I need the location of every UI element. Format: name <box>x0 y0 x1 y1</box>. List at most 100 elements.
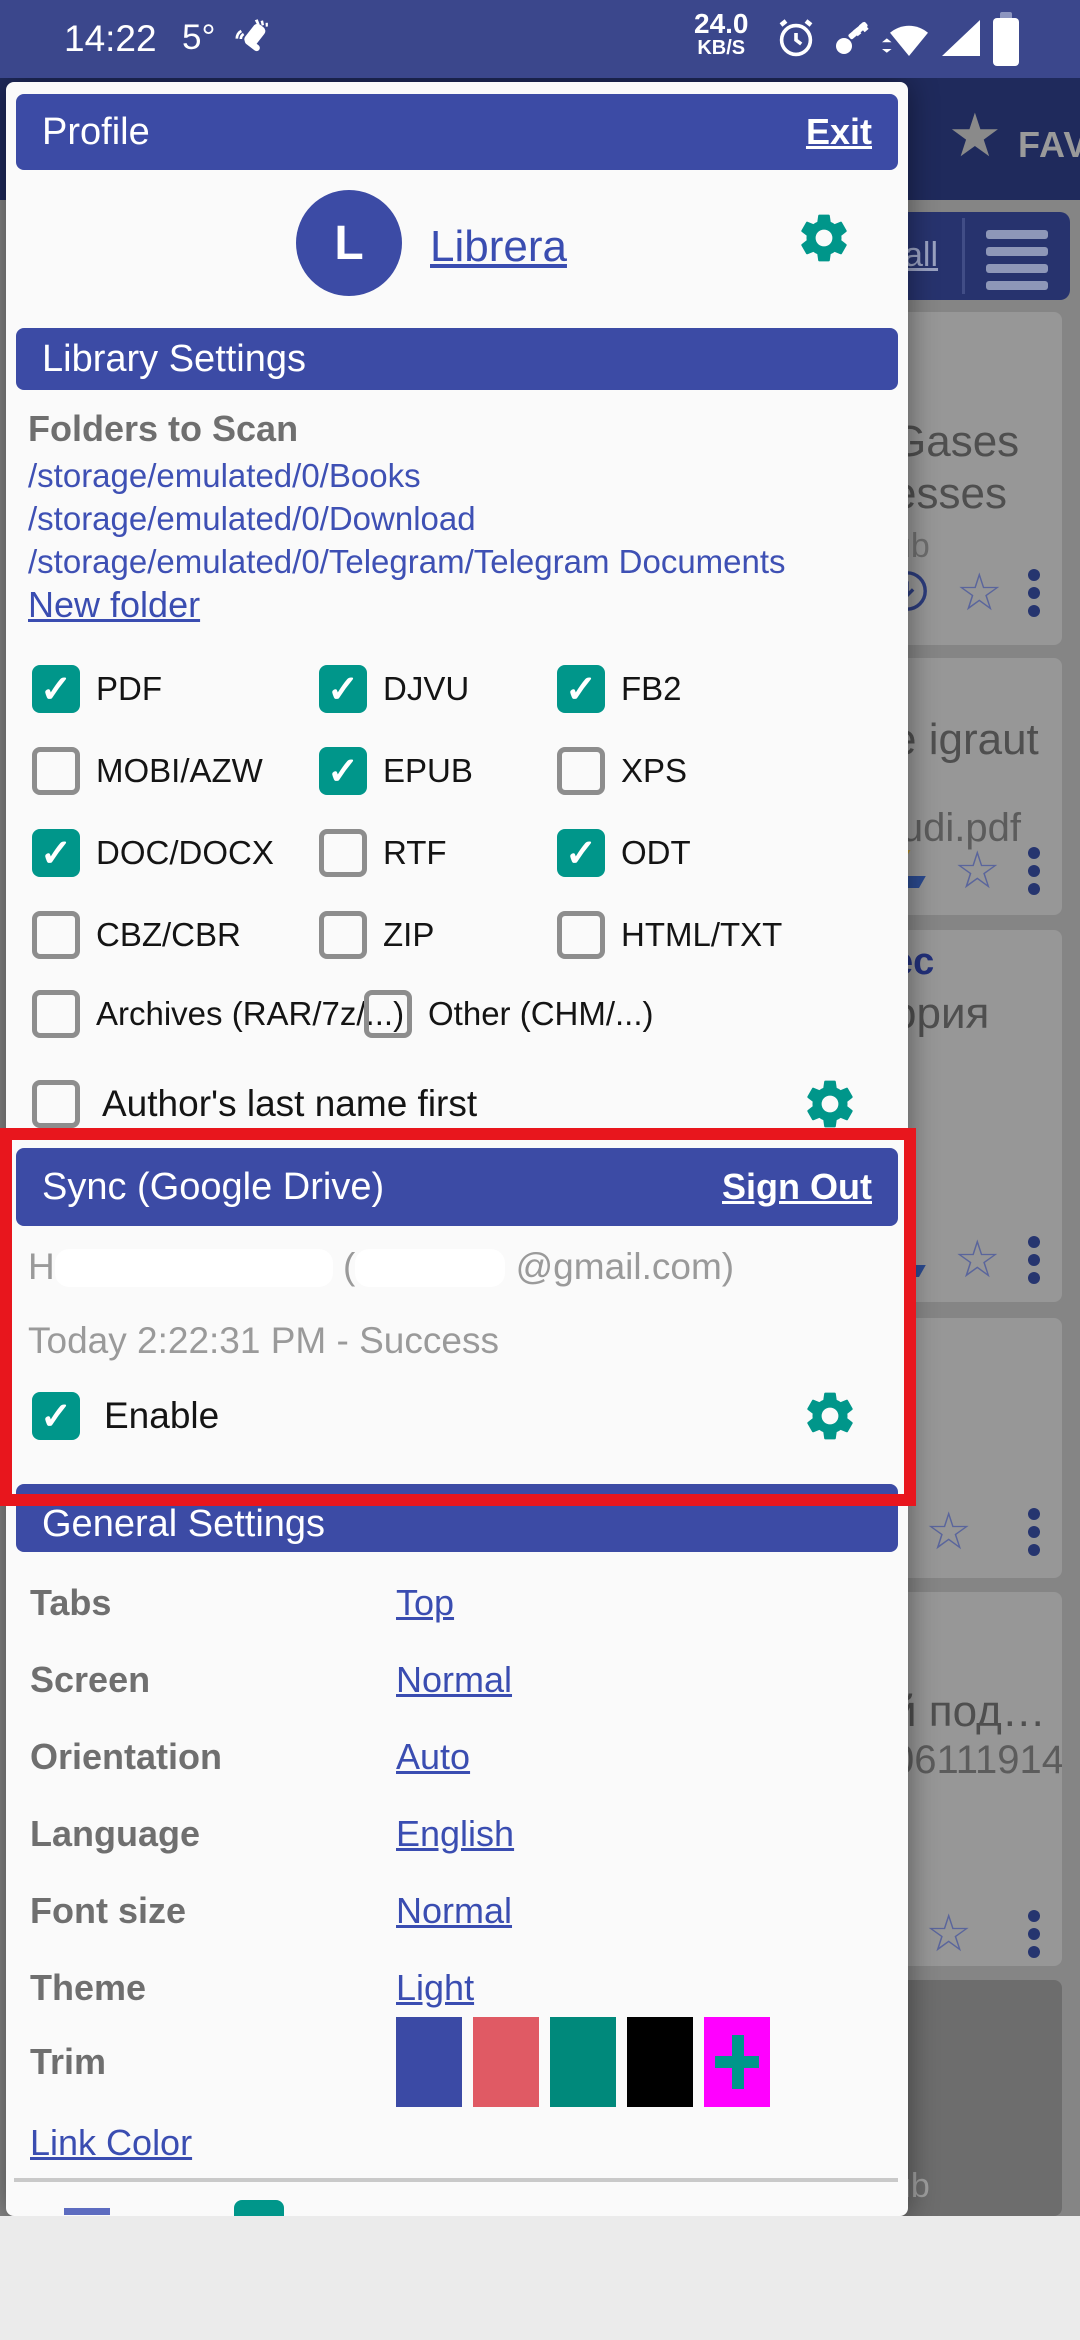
wifi-icon <box>880 14 934 67</box>
format-checkbox-item: ✓FB2 <box>531 648 886 730</box>
general-settings-title: General Settings <box>42 1503 325 1552</box>
battery-icon <box>990 10 1022 73</box>
book-card-text: й под… <box>892 1688 1062 1736</box>
format-label: DOC/DOCX <box>96 834 274 872</box>
format-label: PDF <box>96 670 162 708</box>
settings-row-value[interactable]: Light <box>396 1967 474 2009</box>
favorite-star-icon[interactable]: ☆ <box>954 1234 1001 1286</box>
key-icon <box>828 14 876 67</box>
settings-row-label: Theme <box>30 1967 396 2009</box>
settings-row-value[interactable]: Normal <box>396 1659 512 1701</box>
folder-path-item[interactable]: /storage/emulated/0/Books <box>28 454 786 497</box>
book-card-text: ub <box>892 2166 1062 2206</box>
folder-path-item[interactable]: /storage/emulated/0/Telegram/Telegram Do… <box>28 540 786 583</box>
library-settings-title: Library Settings <box>42 338 306 381</box>
trim-color-swatch[interactable] <box>627 2017 693 2107</box>
android-nav-bar <box>0 2216 1080 2340</box>
add-color-plus-icon <box>715 2035 759 2089</box>
library-gear-icon[interactable] <box>802 1076 858 1132</box>
exit-button[interactable]: Exit <box>806 111 872 153</box>
folders-to-scan-label: Folders to Scan <box>28 408 298 450</box>
checkbox[interactable] <box>319 911 367 959</box>
settings-row-value[interactable]: Auto <box>396 1736 470 1778</box>
checkbox[interactable] <box>557 911 605 959</box>
more-options-icon[interactable] <box>1028 1236 1040 1284</box>
format-checkbox-item: ✓EPUB <box>293 730 531 812</box>
format-label: XPS <box>621 752 687 790</box>
sync-highlight-box <box>0 1128 916 1506</box>
alarm-clock-icon <box>772 14 820 67</box>
favorites-star-icon: ★ <box>948 106 1002 166</box>
format-checkbox-item: ✓ODT <box>531 812 886 894</box>
trim-color-swatch[interactable] <box>473 2017 539 2107</box>
avatar-letter: L <box>334 216 363 271</box>
show-all-link[interactable]: all <box>904 236 938 275</box>
settings-row-label: Tabs <box>30 1582 396 1624</box>
checkbox[interactable] <box>32 911 80 959</box>
settings-row-value[interactable]: Top <box>396 1582 454 1624</box>
trim-color-swatch[interactable] <box>396 2017 462 2107</box>
checkbox[interactable]: ✓ <box>32 829 80 877</box>
checkbox[interactable]: ✓ <box>557 665 605 713</box>
format-checkbox-item: HTML/TXT <box>531 894 886 976</box>
checkbox[interactable] <box>32 747 80 795</box>
favorites-tab-label[interactable]: FAV <box>1018 124 1080 166</box>
format-label: DJVU <box>383 670 469 708</box>
format-label: CBZ/CBR <box>96 916 241 954</box>
more-options-icon[interactable] <box>1028 847 1040 895</box>
link-color-button[interactable]: Link Color <box>30 2122 192 2164</box>
favorite-star-icon[interactable]: ☆ <box>925 1908 972 1960</box>
archive-checkbox-item: Archives (RAR/7z/...) <box>6 990 364 1038</box>
settings-row-value[interactable]: English <box>396 1813 514 1855</box>
folder-path-list: /storage/emulated/0/Books/storage/emulat… <box>28 454 786 583</box>
trim-row: Trim <box>6 2012 912 2112</box>
book-card-text: ория <box>892 988 1062 1040</box>
screen: ★ FAV all Gasesessesub☆e igrautludi.pdf☆… <box>0 0 1080 2340</box>
author-last-name-checkbox[interactable] <box>32 1080 80 1128</box>
more-options-icon[interactable] <box>1028 1910 1040 1958</box>
settings-row-label: Font size <box>30 1890 396 1932</box>
folder-path-item[interactable]: /storage/emulated/0/Download <box>28 497 786 540</box>
more-options-icon[interactable] <box>1028 1508 1040 1556</box>
profile-settings-gear-icon[interactable] <box>796 210 852 266</box>
book-card-text: ec <box>892 936 1062 988</box>
favorite-star-icon[interactable]: ☆ <box>954 845 1001 897</box>
format-label: RTF <box>383 834 447 872</box>
settings-row: Font sizeNormal <box>6 1872 888 1949</box>
more-options-icon[interactable] <box>1028 569 1040 617</box>
profile-name-link[interactable]: Librera <box>430 222 567 272</box>
trim-label: Trim <box>30 2041 396 2083</box>
checkbox[interactable]: ✓ <box>32 665 80 713</box>
author-last-name-label: Author's last name first <box>102 1083 477 1125</box>
network-speed-unit: KB/S <box>697 37 745 59</box>
settings-row: LanguageEnglish <box>6 1795 888 1872</box>
checkbox[interactable]: ✓ <box>319 665 367 713</box>
temperature-text: 5° <box>182 18 215 58</box>
checkbox[interactable]: ✓ <box>557 829 605 877</box>
avatar: L <box>296 190 402 296</box>
checkbox[interactable] <box>364 990 412 1038</box>
format-label: Archives (RAR/7z/...) <box>96 995 404 1033</box>
network-speed-value: 24.0 <box>694 8 749 39</box>
trim-color-swatch[interactable] <box>550 2017 616 2107</box>
new-folder-button[interactable]: New folder <box>28 584 200 626</box>
format-checkbox-item: RTF <box>293 812 531 894</box>
settings-row-label: Orientation <box>30 1736 396 1778</box>
settings-row-label: Screen <box>30 1659 396 1701</box>
section-divider <box>14 2178 898 2182</box>
partial-next-row-text <box>64 2208 110 2215</box>
list-menu-icon[interactable] <box>986 230 1048 298</box>
checkbox[interactable] <box>32 990 80 1038</box>
checkbox[interactable] <box>319 829 367 877</box>
trim-color-swatch[interactable] <box>704 2017 770 2107</box>
checkbox[interactable] <box>557 747 605 795</box>
favorite-star-icon[interactable]: ☆ <box>925 1506 972 1558</box>
favorite-star-icon[interactable]: ☆ <box>956 567 1003 619</box>
settings-row-value[interactable]: Normal <box>396 1890 512 1932</box>
clock-text: 14:22 <box>64 18 157 60</box>
book-card-text: 06111914… <box>892 1736 1062 1784</box>
signal-icon <box>938 14 984 67</box>
format-label: Other (CHM/...) <box>428 995 654 1033</box>
format-label: ZIP <box>383 916 434 954</box>
checkbox[interactable]: ✓ <box>319 747 367 795</box>
